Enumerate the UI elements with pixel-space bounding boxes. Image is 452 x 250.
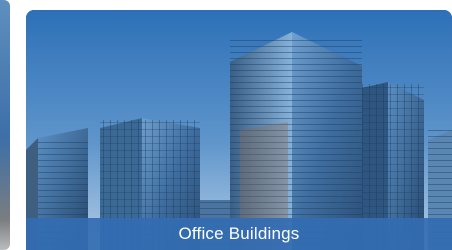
category-card-office-buildings[interactable]: Office Buildings	[26, 10, 452, 250]
card-caption: Office Buildings	[26, 218, 452, 250]
office-buildings-photo	[26, 10, 452, 250]
previous-card-edge[interactable]	[0, 0, 10, 250]
